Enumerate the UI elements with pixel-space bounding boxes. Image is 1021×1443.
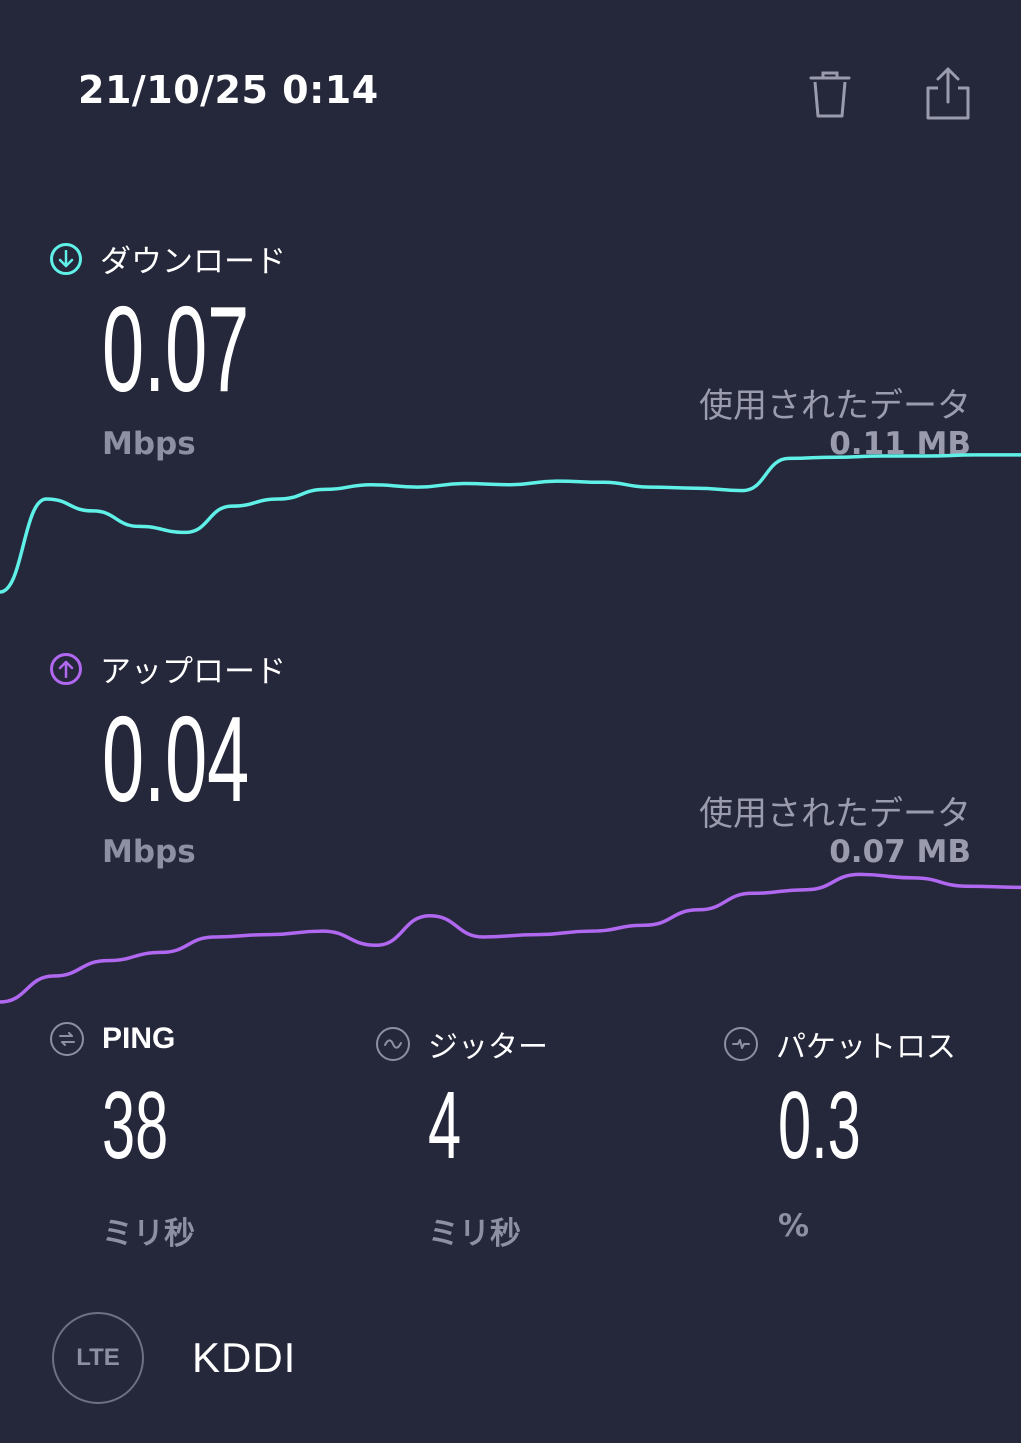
upload-data-used-label: 使用されたデータ: [699, 794, 971, 834]
upload-label: アップロード: [100, 654, 286, 690]
jitter-label-row: ジッター: [376, 1022, 676, 1066]
upload-label-row: アップロード: [50, 646, 286, 691]
share-button[interactable]: [918, 64, 978, 124]
download-speed-graph: [0, 453, 1021, 594]
jitter-label: ジッター: [428, 1030, 548, 1065]
ping-label-row: PING: [50, 1022, 350, 1056]
jitter-icon: [376, 1027, 410, 1061]
upload-arrow-icon: [50, 652, 82, 685]
download-label: ダウンロード: [100, 244, 286, 280]
test-timestamp: 21/10/25 0:14: [78, 68, 379, 112]
packet-loss-value: 0.3: [778, 1072, 861, 1179]
ping-label: PING: [102, 1022, 176, 1055]
upload-trace-line: [0, 872, 1021, 1004]
carrier-name: KDDI: [192, 1334, 297, 1381]
jitter-unit: ミリ秒: [428, 1216, 521, 1252]
packet-loss-stat: パケットロス: [724, 1022, 1004, 1066]
ping-stat: PING: [50, 1022, 350, 1056]
download-label-row: ダウンロード: [50, 236, 286, 281]
share-icon: [926, 67, 970, 120]
packet-loss-icon: [724, 1027, 758, 1061]
trash-icon: [809, 71, 851, 118]
jitter-stat: ジッター: [376, 1022, 676, 1066]
ping-value: 38: [102, 1072, 169, 1179]
download-arrow-icon: [50, 242, 82, 275]
packet-loss-label: パケットロス: [776, 1030, 956, 1065]
connection-type-badge: LTE: [52, 1312, 144, 1404]
jitter-value: 4: [428, 1072, 462, 1179]
download-trace-line: [0, 453, 1021, 594]
download-speed-value: 0.07: [102, 281, 250, 417]
delete-button[interactable]: [800, 64, 860, 124]
ping-icon: [50, 1022, 84, 1056]
packet-loss-label-row: パケットロス: [724, 1022, 1004, 1066]
upload-speed-graph: [0, 872, 1021, 1004]
upload-speed-value: 0.04: [102, 691, 250, 827]
packet-loss-unit: %: [778, 1208, 810, 1244]
download-data-used-label: 使用されたデータ: [699, 386, 971, 426]
ping-unit: ミリ秒: [102, 1216, 195, 1252]
